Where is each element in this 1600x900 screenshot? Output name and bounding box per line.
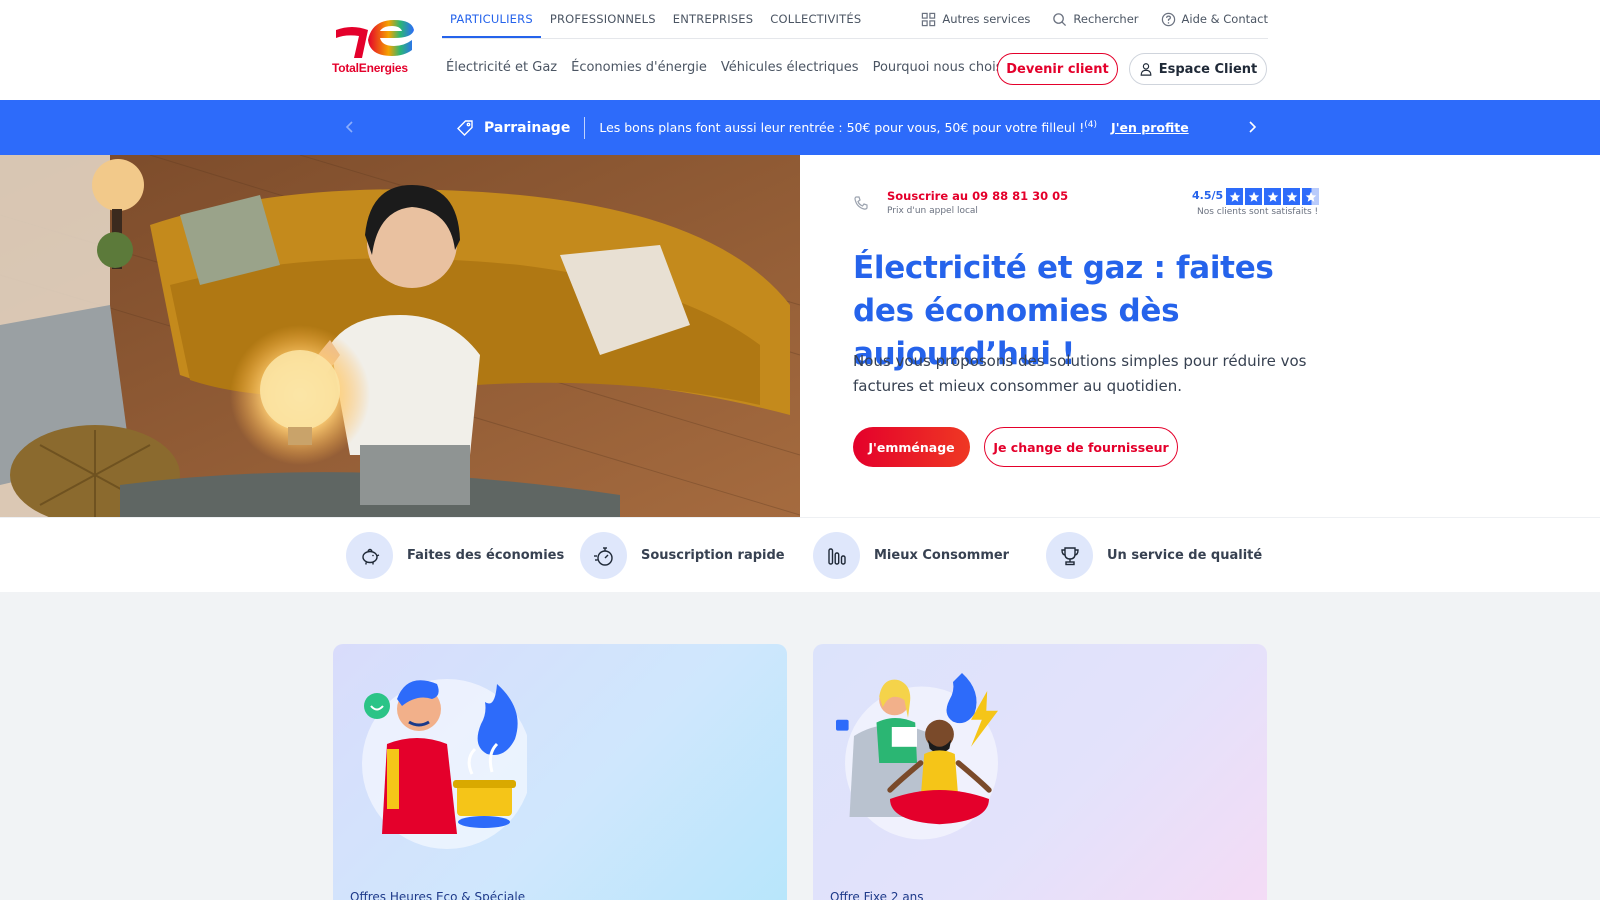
nav-electricite-gaz[interactable]: Électricité et Gaz <box>446 60 557 75</box>
offer-card-heures-eco[interactable]: Offres Heures Eco & Spéciale <box>333 644 787 900</box>
chef-cooking-illustration <box>362 679 527 849</box>
rating-subtext: Nos clients sont satisfaits ! <box>1197 207 1319 217</box>
hero-image <box>0 155 800 517</box>
feature-economies: Faites des économies <box>346 532 564 579</box>
feature-icon-wrap <box>1046 532 1093 579</box>
totalenergies-logo[interactable]: TotalEnergies <box>332 14 418 78</box>
espace-client-button[interactable]: Espace Client <box>1129 53 1267 85</box>
autres-services-link[interactable]: Autres services <box>921 12 1030 27</box>
couple-relaxing-illustration <box>836 673 998 840</box>
feature-icon-wrap <box>580 532 627 579</box>
feature-label: Faites des économies <box>407 548 565 563</box>
banner-title: Parrainage <box>484 119 571 136</box>
nav-vehicules-electriques[interactable]: Véhicules électriques <box>721 60 859 75</box>
star-icon <box>1283 188 1300 205</box>
chevron-right-icon[interactable] <box>1244 119 1260 135</box>
banner-text: Les bons plans font aussi leur rentrée :… <box>599 120 1097 135</box>
autres-services-label: Autres services <box>942 12 1031 26</box>
tab-particuliers[interactable]: PARTICULIERS <box>442 0 541 38</box>
rating-stars <box>1226 188 1319 205</box>
feature-label: Un service de qualité <box>1107 548 1263 563</box>
banner-text-body: Les bons plans font aussi leur rentrée :… <box>599 120 1085 136</box>
banner-separator <box>584 116 586 139</box>
stopwatch-icon <box>593 546 613 566</box>
espace-client-label: Espace Client <box>1158 61 1258 77</box>
hero-description: Nous vous proposons des solutions simple… <box>853 352 1307 395</box>
offer-label: Offre Fixe 2 ans <box>830 890 924 900</box>
change-fournisseur-button[interactable]: Je change de fournisseur <box>984 427 1178 467</box>
phone-cta[interactable]: Souscrire au 09 88 81 30 05 <box>887 189 1068 203</box>
feature-souscription: Souscription rapide <box>580 532 785 579</box>
help-circle-icon <box>1161 12 1175 26</box>
promo-banner: Parrainage Les bons plans font aussi leu… <box>0 100 1600 155</box>
site-header: TotalEnergies PARTICULIERS PROFESSIONNEL… <box>0 0 1600 100</box>
tab-professionnels[interactable]: PROFESSIONNELS <box>542 0 664 38</box>
aide-contact-link[interactable]: Aide & Contact <box>1161 12 1268 27</box>
nav-pourquoi-nous-choisir[interactable]: Pourquoi nous choisir <box>873 60 1012 75</box>
trophy-icon <box>1060 546 1079 565</box>
hero-photo-illustration <box>0 155 800 517</box>
devenir-client-button[interactable]: Devenir client <box>997 53 1118 85</box>
search-icon <box>1053 12 1067 26</box>
rechercher-label: Rechercher <box>1073 12 1139 26</box>
feature-label: Souscription rapide <box>641 548 785 563</box>
logo-mark-icon <box>336 20 414 58</box>
star-icon <box>1264 188 1281 205</box>
phone-icon <box>854 196 868 210</box>
main-nav: Électricité et Gaz Économies d'énergie V… <box>446 60 1011 75</box>
banner-cta-link[interactable]: J'en profite <box>1111 120 1189 135</box>
phone-subtext: Prix d'un appel local <box>887 206 978 216</box>
aide-contact-label: Aide & Contact <box>1181 12 1268 26</box>
rating-value: 4.5/5 <box>1192 189 1224 202</box>
user-icon <box>1140 63 1152 76</box>
feature-icon-wrap <box>813 532 860 579</box>
header-divider <box>442 38 1268 39</box>
tag-icon <box>457 119 473 136</box>
feature-service-qualite: Un service de qualité <box>1046 532 1262 579</box>
features-bar: Faites des économies Souscription rapide… <box>0 517 1600 592</box>
rechercher-link[interactable]: Rechercher <box>1052 12 1139 27</box>
banner-footnote: (4) <box>1084 119 1098 130</box>
audience-tabs: PARTICULIERS PROFESSIONNELS ENTREPRISES … <box>442 0 869 38</box>
nav-economies-energie[interactable]: Économies d'énergie <box>571 60 707 75</box>
tab-collectivites[interactable]: COLLECTIVITÉS <box>762 0 869 38</box>
jemmenage-button[interactable]: J'emménage <box>853 427 970 467</box>
chevron-left-icon[interactable] <box>342 119 358 135</box>
offer-label: Offres Heures Eco & Spéciale <box>350 890 526 900</box>
tab-entreprises[interactable]: ENTREPRISES <box>665 0 762 38</box>
logo-text: TotalEnergies <box>332 61 408 75</box>
bar-chart-icon <box>827 547 846 565</box>
grid-icon <box>922 12 936 26</box>
feature-mieux-consommer: Mieux Consommer <box>813 532 1009 579</box>
star-icon <box>1226 188 1243 205</box>
hero-content: Souscrire au 09 88 81 30 05 Prix d'un ap… <box>800 155 1600 517</box>
utility-links: Autres services Rechercher Aide & Contac… <box>921 0 1268 38</box>
feature-icon-wrap <box>346 532 393 579</box>
offer-card-fixe-2-ans[interactable]: Offre Fixe 2 ans <box>813 644 1267 900</box>
offers-section <box>0 592 1600 900</box>
feature-label: Mieux Consommer <box>874 548 1010 563</box>
star-icon <box>1245 188 1262 205</box>
piggy-bank-icon <box>361 548 379 564</box>
star-half-icon <box>1302 188 1319 205</box>
banner-content: Parrainage Les bons plans font aussi leu… <box>456 100 1189 155</box>
